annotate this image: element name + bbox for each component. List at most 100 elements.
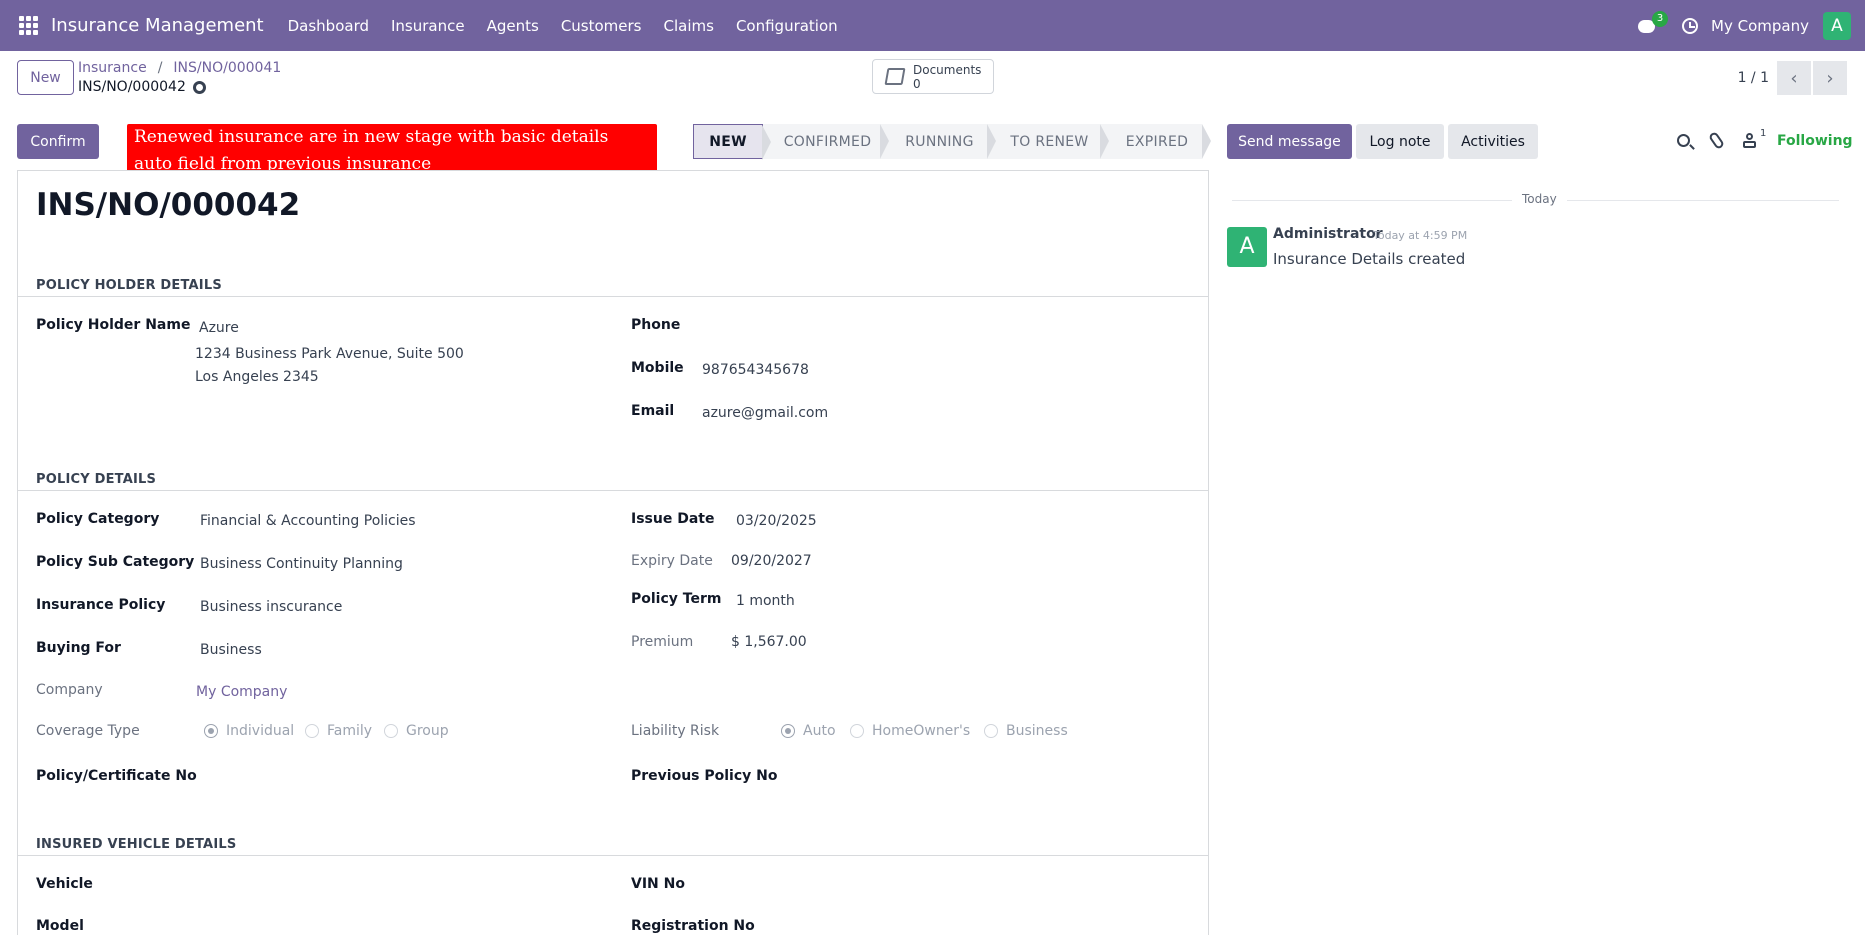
phone-label: Phone (631, 317, 681, 333)
followers-count: 1 (1760, 128, 1767, 139)
address-line-1: 1234 Business Park Avenue, Suite 500 (195, 346, 464, 362)
section-policy-details: POLICY DETAILS (36, 472, 157, 487)
premium-label: Premium (631, 634, 694, 650)
section-policy-holder-details: POLICY HOLDER DETAILS (36, 278, 222, 293)
section-insured-vehicle-details: INSURED VEHICLE DETAILS (36, 837, 237, 852)
confirm-button[interactable]: Confirm (17, 124, 99, 159)
mobile-field[interactable]: 987654345678 (702, 362, 809, 378)
search-icon[interactable] (1677, 134, 1690, 147)
company-link[interactable]: My Company (196, 684, 287, 700)
section-divider (18, 855, 1208, 856)
liability-business-radio[interactable]: Business (984, 723, 1068, 739)
expiry-date-field[interactable]: 09/20/2027 (731, 553, 812, 569)
breadcrumb-separator: / (157, 60, 163, 76)
documents-button[interactable]: Documents 0 (872, 59, 994, 94)
message-author[interactable]: Administrator (1273, 226, 1383, 242)
coverage-group-radio[interactable]: Group (384, 723, 449, 739)
vehicle-label: Vehicle (36, 876, 93, 892)
policy-certificate-no-label: Policy/Certificate No (36, 768, 197, 784)
messages-icon[interactable]: 3 (1638, 10, 1669, 35)
pager-next-button[interactable]: › (1813, 61, 1847, 95)
policy-sub-category-label: Policy Sub Category (36, 554, 195, 570)
stage-running[interactable]: RUNNING (880, 124, 996, 159)
activity-clock-icon[interactable] (1682, 17, 1699, 34)
menu-customers[interactable]: Customers (550, 17, 653, 35)
insurance-policy-label: Insurance Policy (36, 597, 166, 613)
activities-button[interactable]: Activities (1448, 124, 1538, 159)
gear-icon[interactable] (192, 80, 206, 94)
policy-category-label: Policy Category (36, 511, 160, 527)
email-field[interactable]: azure@gmail.com (702, 405, 828, 421)
liability-business-label: Business (1006, 723, 1068, 739)
pager-value[interactable]: 1 / 1 (1738, 70, 1769, 86)
insurance-policy-field[interactable]: Business inscurance (200, 599, 342, 615)
phone-field[interactable] (702, 320, 902, 338)
section-divider (18, 296, 1208, 297)
followers-icon[interactable] (1743, 133, 1756, 148)
liability-risk-label: Liability Risk (631, 723, 720, 739)
liability-homeowner-radio[interactable]: HomeOwner's (850, 723, 970, 739)
radio-selected-icon (204, 724, 218, 738)
section-divider (18, 490, 1208, 491)
expiry-date-label: Expiry Date (631, 553, 713, 569)
coverage-type-label: Coverage Type (36, 723, 140, 739)
issue-date-field[interactable]: 03/20/2025 (736, 513, 817, 529)
premium-field[interactable]: $ 1,567.00 (731, 634, 807, 650)
radio-selected-icon (781, 724, 795, 738)
policy-holder-name-field[interactable]: Azure (199, 320, 239, 336)
previous-policy-no-label: Previous Policy No (631, 768, 778, 784)
message-author-avatar[interactable]: A (1227, 227, 1267, 267)
pager-previous-button[interactable]: ‹ (1777, 61, 1811, 95)
following-button[interactable]: Following (1777, 133, 1853, 149)
send-message-button[interactable]: Send message (1227, 124, 1352, 159)
paperclip-icon[interactable] (1707, 130, 1726, 151)
vin-no-label: VIN No (631, 876, 685, 892)
stage-bar: NEW CONFIRMED RUNNING TO RENEW EXPIRED (693, 124, 1211, 160)
breadcrumb-previous-record[interactable]: INS/NO/000041 (173, 60, 281, 76)
new-button[interactable]: New (17, 60, 74, 95)
menu-agents[interactable]: Agents (476, 17, 550, 35)
stage-expired[interactable]: EXPIRED (1100, 124, 1211, 159)
issue-date-label: Issue Date (631, 511, 715, 527)
user-avatar[interactable]: A (1823, 11, 1851, 40)
liability-auto-radio[interactable]: Auto (781, 723, 836, 739)
menu-dashboard[interactable]: Dashboard (277, 17, 380, 35)
record-name-text: INS/NO/000042 (78, 79, 186, 95)
policy-category-field[interactable]: Financial & Accounting Policies (200, 513, 416, 529)
log-note-button[interactable]: Log note (1356, 124, 1444, 159)
radio-empty-icon (305, 724, 319, 738)
book-icon (884, 68, 906, 85)
top-navbar: Insurance Management Dashboard Insurance… (0, 0, 1865, 51)
policy-term-label: Policy Term (631, 591, 722, 607)
menu-claims[interactable]: Claims (653, 17, 725, 35)
coverage-family-label: Family (327, 723, 373, 739)
coverage-individual-label: Individual (226, 723, 295, 739)
address-line-2: Los Angeles 2345 (195, 369, 319, 385)
stage-new[interactable]: NEW (693, 124, 771, 160)
company-label: Company (36, 682, 103, 698)
company-switcher[interactable]: My Company (1711, 17, 1809, 35)
coverage-family-radio[interactable]: Family (305, 723, 372, 739)
documents-count: 0 (913, 76, 921, 91)
date-separator: Today (1512, 192, 1567, 206)
stage-to-renew[interactable]: TO RENEW (987, 124, 1109, 159)
app-title[interactable]: Insurance Management (51, 15, 264, 36)
message-body: Insurance Details created (1273, 250, 1466, 268)
radio-empty-icon (384, 724, 398, 738)
breadcrumb-insurance[interactable]: Insurance (78, 60, 147, 76)
liability-auto-label: Auto (803, 723, 836, 739)
mobile-label: Mobile (631, 360, 684, 376)
coverage-individual-radio[interactable]: Individual (204, 723, 294, 739)
coverage-group-label: Group (406, 723, 449, 739)
email-label: Email (631, 403, 675, 419)
menu-configuration[interactable]: Configuration (725, 17, 849, 35)
breadcrumb: Insurance / INS/NO/000041 (78, 60, 281, 76)
policy-sub-category-field[interactable]: Business Continuity Planning (200, 556, 403, 572)
stage-confirmed[interactable]: CONFIRMED (763, 124, 889, 159)
registration-no-label: Registration No (631, 918, 755, 934)
buying-for-field[interactable]: Business (200, 642, 262, 658)
app-grid-icon[interactable] (19, 15, 39, 36)
policy-term-field[interactable]: 1 month (736, 593, 795, 609)
menu-insurance[interactable]: Insurance (380, 17, 476, 35)
current-record-name: INS/NO/000042 (78, 79, 206, 95)
